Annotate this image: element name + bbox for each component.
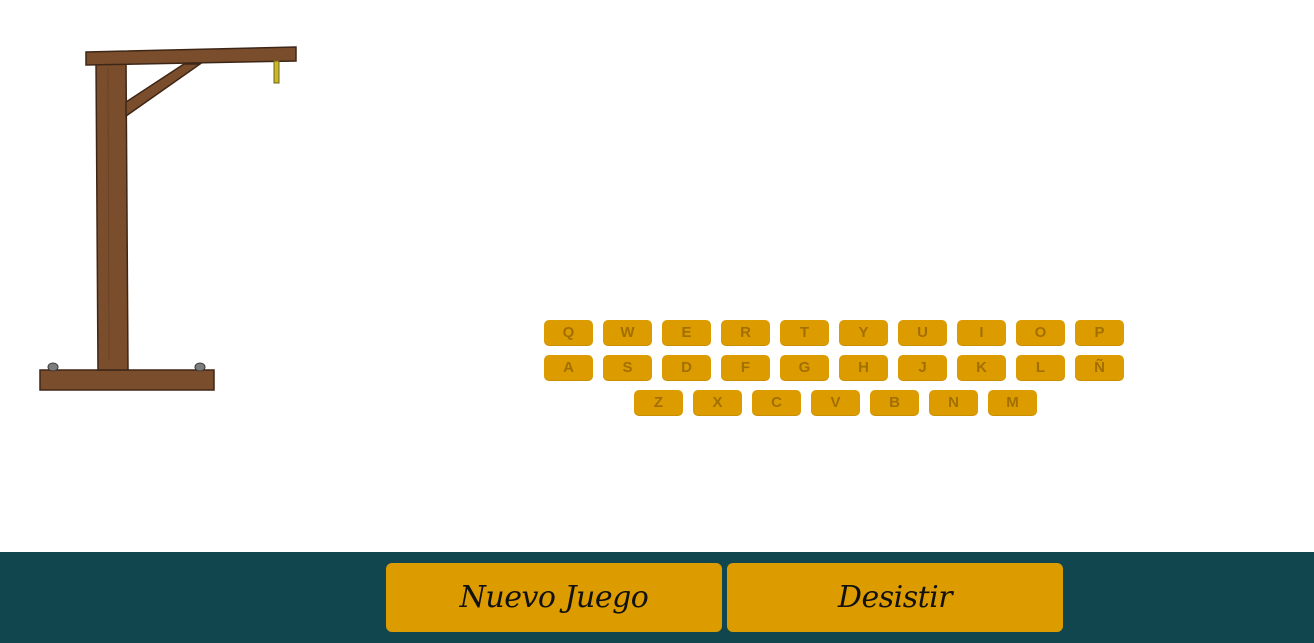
letter-key[interactable]: V xyxy=(811,390,860,416)
letter-key[interactable]: D xyxy=(662,355,711,381)
letter-key[interactable]: C xyxy=(752,390,801,416)
letter-key[interactable]: U xyxy=(898,320,947,346)
letter-key[interactable]: M xyxy=(988,390,1037,416)
letter-key[interactable]: Ñ xyxy=(1075,355,1124,381)
letter-keyboard: QWERTYUIOP ASDFGHJKLÑ ZXCVBNM xyxy=(544,320,1134,425)
letter-key[interactable]: K xyxy=(957,355,1006,381)
letter-key[interactable]: G xyxy=(780,355,829,381)
letter-key[interactable]: B xyxy=(870,390,919,416)
hangman-gallows-icon xyxy=(39,46,297,391)
keyboard-row-3: ZXCVBNM xyxy=(544,390,1134,416)
letter-key[interactable]: X xyxy=(693,390,742,416)
letter-key[interactable]: Y xyxy=(839,320,888,346)
keyboard-row-1: QWERTYUIOP xyxy=(544,320,1134,346)
letter-key[interactable]: E xyxy=(662,320,711,346)
letter-key[interactable]: H xyxy=(839,355,888,381)
footer-bar: Nuevo Juego Desistir xyxy=(0,552,1314,643)
letter-key[interactable]: I xyxy=(957,320,1006,346)
give-up-button[interactable]: Desistir xyxy=(727,563,1063,632)
letter-key[interactable]: J xyxy=(898,355,947,381)
letter-key[interactable]: L xyxy=(1016,355,1065,381)
letter-key[interactable]: S xyxy=(603,355,652,381)
gallows-post xyxy=(95,59,129,371)
letter-key[interactable]: R xyxy=(721,320,770,346)
letter-key[interactable]: Z xyxy=(634,390,683,416)
rope xyxy=(273,60,280,84)
letter-key[interactable]: N xyxy=(929,390,978,416)
gallows-base xyxy=(39,369,215,391)
gallows-brace xyxy=(125,63,203,118)
letter-key[interactable]: T xyxy=(780,320,829,346)
keyboard-row-2: ASDFGHJKLÑ xyxy=(544,355,1134,381)
letter-key[interactable]: W xyxy=(603,320,652,346)
letter-key[interactable]: A xyxy=(544,355,593,381)
letter-key[interactable]: P xyxy=(1075,320,1124,346)
letter-key[interactable]: O xyxy=(1016,320,1065,346)
hangman-game: QWERTYUIOP ASDFGHJKLÑ ZXCVBNM Nuevo Jueg… xyxy=(0,0,1314,643)
new-game-button[interactable]: Nuevo Juego xyxy=(386,563,722,632)
gallows-bolt-left xyxy=(47,362,59,372)
letter-key[interactable]: F xyxy=(721,355,770,381)
letter-key[interactable]: Q xyxy=(544,320,593,346)
gallows-bolt-right xyxy=(194,362,206,372)
gallows-beam xyxy=(85,46,297,66)
